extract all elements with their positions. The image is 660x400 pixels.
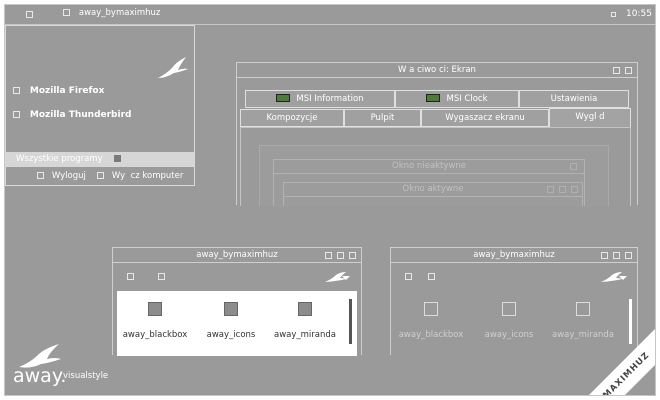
tab-pulpit[interactable]: Pulpit (344, 109, 421, 127)
clock: 10:55 (626, 9, 652, 19)
thunderbird-icon (13, 111, 20, 118)
folder-icon (502, 302, 516, 316)
minimize-button[interactable] (601, 252, 608, 259)
arrow-icon (114, 155, 121, 162)
shutdown-label: Wy cz komputer (111, 171, 184, 181)
preview-inactive-title: Okno nieaktywne (274, 160, 584, 174)
folder-item-icons[interactable]: away_icons (469, 302, 549, 340)
firefox-icon (13, 87, 20, 94)
dropdown-icon[interactable] (342, 276, 350, 280)
explorer-window-active: away_bymaximhuz away_blackbox away_icons… (112, 247, 362, 356)
start-menu-item-label: Mozilla Thunderbird (29, 110, 132, 120)
tab-msi-information[interactable]: MSI Information (245, 90, 395, 108)
preview-close-icon (571, 186, 578, 193)
tab-wyglad[interactable]: Wygl d (549, 108, 631, 128)
window-title: W a ciwo ci: Ekran (237, 63, 637, 78)
back-button[interactable] (127, 273, 134, 280)
up-button[interactable] (158, 273, 165, 280)
folder-item-icons[interactable]: away_icons (191, 302, 271, 340)
folder-item-blackbox[interactable]: away_blackbox (391, 302, 471, 340)
shutdown-button[interactable]: Wy cz komputer (97, 171, 183, 181)
close-button[interactable] (349, 252, 356, 259)
window-controls (325, 252, 356, 259)
display-properties-window: W a ciwo ci: Ekran MSI Information MSI C… (236, 62, 638, 206)
tab-label: Ustawienia (550, 94, 598, 104)
folder-label: away_icons (206, 330, 256, 340)
taskbar-app-button[interactable]: away_bymaximhuz (63, 8, 160, 22)
folder-icon (148, 302, 162, 316)
preview-active-window: Okno aktywne (283, 182, 583, 206)
msi-chip-icon (426, 94, 441, 102)
folder-icon (298, 302, 312, 316)
window-controls (601, 252, 632, 259)
msi-chip-icon (276, 94, 291, 102)
start-menu-item-firefox[interactable]: Mozilla Firefox (13, 86, 104, 96)
folder-label: away_blackbox (122, 330, 188, 340)
folder-icon (424, 302, 438, 316)
window-icon (63, 9, 70, 16)
start-menu-item-thunderbird[interactable]: Mozilla Thunderbird (13, 110, 131, 120)
logoff-icon (37, 172, 44, 179)
preview-controls (547, 186, 578, 193)
folder-label: away_miranda (274, 330, 336, 340)
bird-icon (158, 57, 188, 78)
start-button[interactable] (26, 11, 33, 18)
close-button[interactable] (625, 67, 632, 74)
maximize-button[interactable] (613, 252, 620, 259)
all-programs-button[interactable]: Wszystkie programy (6, 152, 194, 167)
folder-item-blackbox[interactable]: away_blackbox (115, 302, 195, 340)
tab-label: Kompozycje (266, 113, 318, 123)
all-programs-label: Wszystkie programy (16, 154, 103, 164)
tab-label: MSI Clock (446, 94, 488, 104)
back-button[interactable] (405, 273, 412, 280)
preview-active-title: Okno aktywne (284, 183, 582, 197)
up-button[interactable] (428, 273, 435, 280)
start-menu-item-label: Mozilla Firefox (29, 86, 105, 96)
tab-label: Wygaszacz ekranu (445, 113, 525, 123)
logoff-label: Wyloguj (51, 171, 86, 181)
folder-label: away_blackbox (398, 330, 464, 340)
preview-close-icon (570, 163, 577, 170)
minimize-button[interactable] (613, 67, 620, 74)
maximize-button[interactable] (337, 252, 344, 259)
corner-ribbon: MAXIMHUZ (589, 329, 655, 395)
minimize-button[interactable] (325, 252, 332, 259)
folder-item-miranda[interactable]: away_miranda (265, 302, 345, 340)
close-button[interactable] (625, 252, 632, 259)
scrollbar[interactable] (349, 299, 352, 344)
preview-minimize-icon (547, 186, 554, 193)
desktop: away_bymaximhuz 10:55 Mozilla Firefox Mo… (4, 4, 656, 396)
tray-icon[interactable] (611, 12, 616, 17)
logoff-button[interactable]: Wyloguj (37, 171, 86, 181)
taskbar: away_bymaximhuz 10:55 (5, 5, 655, 25)
window-title: away_bymaximhuz (113, 248, 361, 263)
tab-ustawienia[interactable]: Ustawienia (519, 90, 629, 108)
tab-label: Pulpit (370, 113, 395, 123)
tab-label: Wygl d (575, 112, 605, 122)
dropdown-icon[interactable] (619, 276, 627, 280)
logo-word: away. (13, 365, 67, 387)
tab-wygaszacz[interactable]: Wygaszacz ekranu (421, 109, 549, 127)
folder-label: away_icons (484, 330, 534, 340)
tab-label: MSI Information (296, 94, 364, 104)
tab-msi-clock[interactable]: MSI Clock (395, 90, 519, 108)
window-controls (613, 67, 632, 74)
preview-maximize-icon (559, 186, 566, 193)
shutdown-icon (97, 172, 104, 179)
logo: away. visualstyle (13, 343, 133, 391)
logo-subtitle: visualstyle (63, 371, 109, 381)
start-menu: Mozilla Firefox Mozilla Thunderbird Wszy… (5, 25, 195, 186)
folder-icon (224, 302, 238, 316)
file-view: away_blackbox away_icons away_miranda (117, 291, 357, 356)
taskbar-app-label: away_bymaximhuz (78, 8, 161, 18)
tab-kompozycje[interactable]: Kompozycje (240, 109, 344, 127)
